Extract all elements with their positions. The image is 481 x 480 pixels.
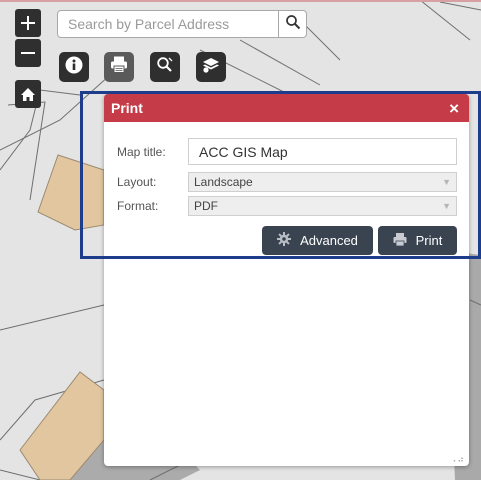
zoom-search-tool-button[interactable] xyxy=(150,52,180,82)
print-button[interactable]: Print xyxy=(378,226,457,255)
layout-row: Layout: Landscape ▼ xyxy=(117,172,457,192)
layers-tool-button[interactable] xyxy=(196,52,226,82)
format-label: Format: xyxy=(117,199,159,213)
info-icon xyxy=(65,56,83,79)
plus-icon xyxy=(21,16,35,30)
map-title-label: Map title: xyxy=(117,144,166,159)
minus-icon xyxy=(21,46,35,60)
printer-icon xyxy=(393,232,416,249)
resize-handle-icon[interactable]: ⠠⠴ xyxy=(450,455,465,464)
print-panel-title: Print xyxy=(111,100,143,116)
print-tool-button[interactable] xyxy=(104,52,134,82)
layout-select-value: Landscape xyxy=(194,175,253,189)
print-panel: Print × Map title: Layout: Landscape ▼ F… xyxy=(104,94,469,466)
home-icon xyxy=(20,87,36,102)
layers-icon xyxy=(201,56,221,79)
parcel-search-box xyxy=(57,10,307,38)
format-row: Format: PDF ▼ xyxy=(117,196,457,216)
printer-icon xyxy=(110,56,128,78)
print-panel-header[interactable]: Print × xyxy=(104,94,469,122)
format-select[interactable]: PDF ▼ xyxy=(188,196,457,216)
info-tool-button[interactable] xyxy=(59,52,89,82)
zoom-out-button[interactable] xyxy=(15,39,41,67)
search-icon xyxy=(285,14,301,35)
gear-icon xyxy=(277,232,300,249)
search-button[interactable] xyxy=(278,11,306,37)
chevron-down-icon: ▼ xyxy=(442,177,451,187)
format-select-value: PDF xyxy=(194,199,218,213)
search-input[interactable] xyxy=(58,11,278,37)
print-button-label: Print xyxy=(415,233,443,248)
layout-select[interactable]: Landscape ▼ xyxy=(188,172,457,192)
zoom-in-button[interactable] xyxy=(15,9,41,37)
zoom-search-icon xyxy=(156,56,174,79)
advanced-button-label: Advanced xyxy=(300,233,358,248)
top-border-line xyxy=(0,0,481,2)
chevron-down-icon: ▼ xyxy=(442,201,451,211)
home-button[interactable] xyxy=(15,80,41,108)
close-icon[interactable]: × xyxy=(449,100,459,117)
advanced-button[interactable]: Advanced xyxy=(262,226,373,255)
map-title-input[interactable] xyxy=(188,138,457,165)
map-title-row: Map title: xyxy=(117,138,457,165)
layout-label: Layout: xyxy=(117,175,157,189)
